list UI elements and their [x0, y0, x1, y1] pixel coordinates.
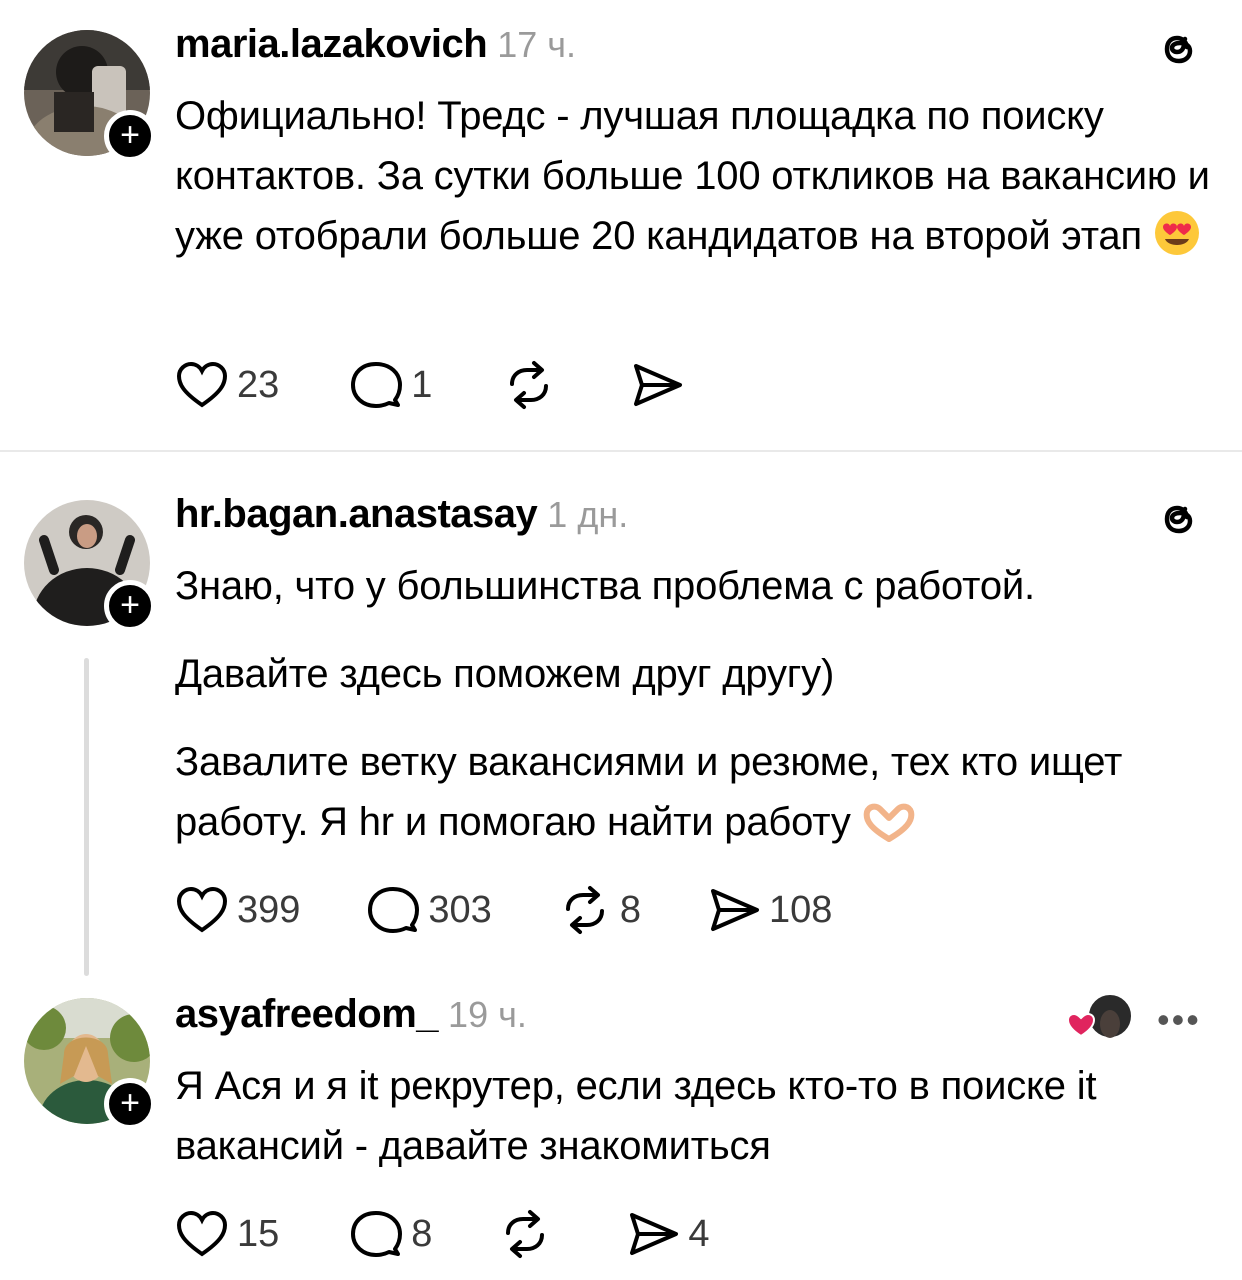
post-header: maria.lazakovich 17 ч. — [175, 22, 576, 72]
heart-icon — [1066, 1012, 1096, 1038]
repost-icon — [506, 1210, 545, 1258]
reply-button[interactable]: 8 — [349, 1209, 432, 1259]
liked-by-author-indicator — [1066, 993, 1133, 1042]
repost-button[interactable] — [502, 360, 564, 410]
like-count: 15 — [237, 1212, 280, 1255]
post-2: + hr.bagan.anastasay 1 дн. Знаю, что у б… — [0, 452, 1242, 980]
post-paragraph: Давайте здесь поможем друг другу) — [175, 652, 835, 696]
repost-icon — [565, 886, 604, 934]
post-paragraph: Официально! Тредс - лучшая площадка по п… — [175, 94, 1210, 258]
post-paragraph: Завалите ветку вакансиями и резюме, тех … — [175, 740, 1123, 844]
share-count: 108 — [768, 888, 833, 931]
like-button[interactable]: 15 — [175, 1209, 279, 1259]
post-actions: 23 1 — [175, 357, 692, 413]
heart-hands-emoji-icon — [862, 800, 916, 860]
repost-icon — [510, 361, 549, 409]
post-paragraph: Я Ася и я it рекрутер, если здесь кто-то… — [175, 1064, 1097, 1168]
share-button[interactable] — [630, 360, 692, 410]
follow-button[interactable]: + — [104, 110, 156, 162]
post-1: + maria.lazakovich 17 ч. Официально! Тре… — [0, 0, 1242, 450]
send-icon — [634, 364, 683, 406]
follow-button[interactable]: + — [104, 580, 156, 632]
repost-button[interactable] — [498, 1209, 560, 1259]
repost-button[interactable]: 8 — [558, 885, 641, 935]
post-paragraph: Знаю, что у большинства проблема с работ… — [175, 564, 1035, 608]
speech-bubble-icon — [368, 887, 420, 933]
reply-button[interactable]: 1 — [349, 360, 432, 410]
repost-count: 8 — [619, 888, 641, 931]
heart-icon — [176, 886, 228, 933]
ellipsis-icon[interactable]: ••• — [1157, 1002, 1201, 1038]
heart-icon — [176, 1210, 228, 1257]
follow-button[interactable]: + — [104, 1078, 156, 1130]
send-icon — [630, 1213, 679, 1255]
post-text: Я Ася и я it рекрутер, если здесь кто-то… — [175, 1056, 1215, 1176]
speech-bubble-icon — [351, 362, 403, 408]
threads-logo-icon[interactable] — [1154, 494, 1204, 544]
like-count: 399 — [237, 888, 301, 931]
heart-icon — [176, 361, 228, 408]
share-button[interactable]: 108 — [707, 885, 832, 935]
post-header: hr.bagan.anastasay 1 дн. — [175, 492, 628, 542]
reply-count: 1 — [411, 363, 433, 406]
post-text: Официально! Тредс - лучшая площадка по п… — [175, 86, 1215, 274]
speech-bubble-icon — [351, 1211, 403, 1257]
share-count: 4 — [688, 1212, 710, 1255]
post-actions: 15 8 4 — [175, 1206, 710, 1262]
reply-count: 8 — [411, 1212, 433, 1255]
post-text: Знаю, что у большинства проблема с работ… — [175, 556, 1215, 888]
reply-count: 303 — [428, 888, 492, 931]
like-button[interactable]: 399 — [175, 885, 300, 935]
heart-eyes-emoji-icon — [1153, 209, 1201, 274]
username[interactable]: asyafreedom_ — [175, 992, 439, 1037]
post-3: + asyafreedom_ 19 ч. ••• Я Ася и я it ре… — [0, 980, 1242, 1280]
threads-logo-icon[interactable] — [1154, 24, 1204, 74]
thread-line — [84, 658, 89, 976]
post-actions: 399 303 8 108 — [175, 882, 832, 938]
share-button[interactable]: 4 — [626, 1209, 710, 1259]
timestamp: 1 дн. — [547, 494, 629, 535]
post-paragraph-last: Завалите ветку вакансиями и резюме, тех … — [175, 732, 1215, 860]
username[interactable]: maria.lazakovich — [175, 22, 488, 67]
post-header: asyafreedom_ 19 ч. — [175, 992, 527, 1042]
timestamp: 19 ч. — [448, 994, 527, 1035]
username[interactable]: hr.bagan.anastasay — [175, 492, 538, 537]
like-count: 23 — [237, 363, 280, 406]
like-button[interactable]: 23 — [175, 360, 279, 410]
reply-button[interactable]: 303 — [366, 885, 492, 935]
timestamp: 17 ч. — [497, 24, 576, 65]
send-icon — [710, 889, 759, 931]
